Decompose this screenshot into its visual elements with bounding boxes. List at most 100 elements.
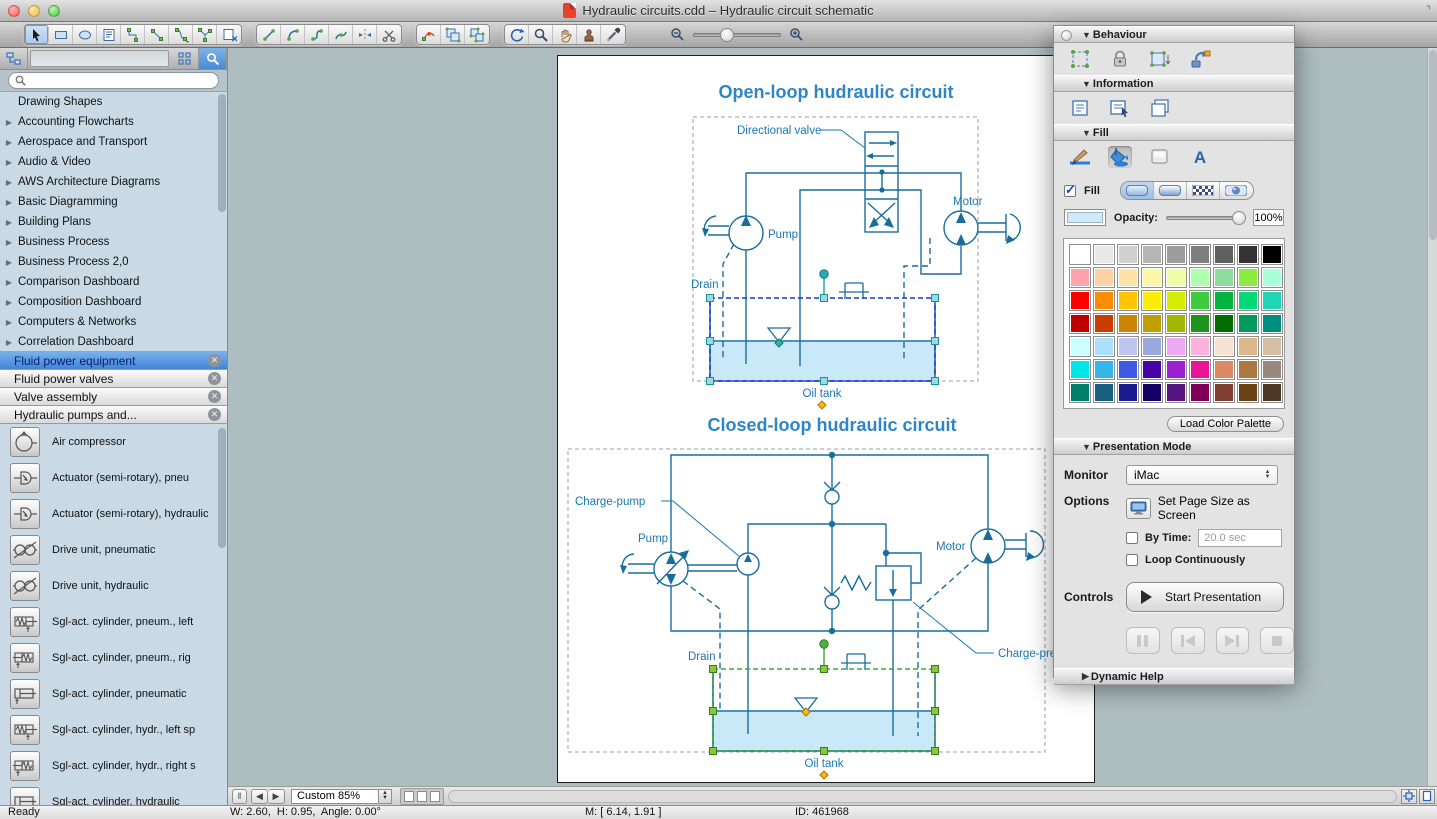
shape-list-item[interactable]: Sgl-act. cylinder, hydr., right s xyxy=(0,748,227,784)
presentation-section-header[interactable]: ▼ Presentation Mode xyxy=(1054,438,1294,455)
page-thumbnail-3[interactable] xyxy=(430,791,440,802)
line-tool-button[interactable] xyxy=(257,25,281,44)
resize-icon[interactable] xyxy=(1148,48,1172,70)
eyedropper-tool-button[interactable] xyxy=(601,25,625,44)
expand-triangle-icon[interactable]: ▶ xyxy=(4,218,14,227)
minimize-window-button[interactable] xyxy=(28,5,40,17)
delete-shape-tool-button[interactable]: ✕ xyxy=(217,25,241,44)
library-item[interactable]: ▶Basic Diagramming xyxy=(0,192,227,212)
expand-triangle-icon[interactable]: ▶ xyxy=(4,158,14,167)
expand-triangle-icon[interactable]: ▶ xyxy=(4,298,14,307)
information-section-header[interactable]: ▼ Information xyxy=(1054,75,1294,92)
expand-triangle-icon[interactable]: ▶ xyxy=(4,178,14,187)
rectangle-tool-button[interactable] xyxy=(49,25,73,44)
zoom-slider[interactable] xyxy=(693,33,781,37)
palette-swatch-6-0[interactable] xyxy=(1069,382,1091,403)
library-item[interactable]: ▶Business Process xyxy=(0,232,227,252)
palette-swatch-4-1[interactable] xyxy=(1093,336,1115,357)
skip-end-button[interactable] xyxy=(1216,627,1250,654)
fill-color-well[interactable] xyxy=(1064,209,1106,226)
library-item[interactable]: ▶Business Process 2,0 xyxy=(0,252,227,272)
fill-type-texture[interactable] xyxy=(1220,182,1253,199)
palette-swatch-0-0[interactable] xyxy=(1069,244,1091,265)
palette-swatch-2-3[interactable] xyxy=(1141,290,1163,311)
opacity-slider[interactable] xyxy=(1166,216,1245,220)
cyl-spring2-shape-icon[interactable] xyxy=(10,643,40,673)
palette-swatch-5-6[interactable] xyxy=(1213,359,1235,380)
palette-swatch-0-7[interactable] xyxy=(1237,244,1259,265)
library-item[interactable]: ▶Accounting Flowcharts xyxy=(0,112,227,132)
expand-triangle-icon[interactable]: ▶ xyxy=(4,118,14,127)
palette-swatch-0-1[interactable] xyxy=(1093,244,1115,265)
open-oil-tank-fluid[interactable] xyxy=(710,342,935,381)
skip-start-button[interactable] xyxy=(1171,627,1205,654)
close-library-icon[interactable]: ✕ xyxy=(208,408,221,421)
drive-shape-icon[interactable] xyxy=(10,571,40,601)
shape-list-item[interactable]: Sgl-act. cylinder, hydraulic xyxy=(0,784,227,805)
search-input[interactable] xyxy=(30,75,212,87)
palette-swatch-3-3[interactable] xyxy=(1141,313,1163,334)
expand-triangle-icon[interactable]: ▶ xyxy=(4,238,14,247)
zoom-level-display[interactable]: Custom 85% xyxy=(291,789,379,804)
palette-swatch-1-5[interactable] xyxy=(1189,267,1211,288)
library-item[interactable]: ▶Aerospace and Transport xyxy=(0,132,227,152)
palette-swatch-0-8[interactable] xyxy=(1261,244,1283,265)
text-color-icon[interactable]: A xyxy=(1188,146,1212,168)
fill-type-solid[interactable] xyxy=(1121,182,1154,199)
open-pump-symbol[interactable] xyxy=(702,215,763,250)
connector-tree-tool-button[interactable] xyxy=(193,25,217,44)
palette-swatch-4-8[interactable] xyxy=(1261,336,1283,357)
library-item[interactable]: ▶Computers & Networks xyxy=(0,312,227,332)
palette-swatch-1-8[interactable] xyxy=(1261,267,1283,288)
palette-swatch-6-7[interactable] xyxy=(1237,382,1259,403)
palette-swatch-6-2[interactable] xyxy=(1117,382,1139,403)
expand-triangle-icon[interactable]: ▶ xyxy=(4,138,14,147)
split-tool-button[interactable] xyxy=(353,25,377,44)
arc-tool-button[interactable] xyxy=(281,25,305,44)
jump-arrow-icon[interactable] xyxy=(1188,48,1212,70)
palette-swatch-5-7[interactable] xyxy=(1237,359,1259,380)
scissors-tool-button[interactable] xyxy=(377,25,401,44)
zoom-out-icon[interactable] xyxy=(670,27,685,42)
expand-triangle-icon[interactable]: ▶ xyxy=(4,258,14,267)
palette-swatch-2-0[interactable] xyxy=(1069,290,1091,311)
palette-swatch-6-3[interactable] xyxy=(1141,382,1163,403)
palette-swatch-0-3[interactable] xyxy=(1141,244,1163,265)
charge-pump-symbol[interactable] xyxy=(688,553,759,575)
closed-motor-symbol[interactable] xyxy=(971,529,1044,563)
closed-oil-tank-fluid[interactable] xyxy=(713,712,935,751)
palette-swatch-5-3[interactable] xyxy=(1141,359,1163,380)
pan-view-button[interactable] xyxy=(1401,789,1417,804)
palette-swatch-2-2[interactable] xyxy=(1117,290,1139,311)
vertical-scrollbar[interactable] xyxy=(1427,48,1437,786)
horizontal-scrollbar[interactable] xyxy=(448,790,1397,803)
palette-swatch-4-3[interactable] xyxy=(1141,336,1163,357)
closed-pump-symbol[interactable] xyxy=(620,550,689,586)
zoom-in-icon[interactable] xyxy=(789,27,804,42)
palette-swatch-3-8[interactable] xyxy=(1261,313,1283,334)
palette-swatch-3-4[interactable] xyxy=(1165,313,1187,334)
connector-direct-tool-button[interactable] xyxy=(145,25,169,44)
lock-icon[interactable] xyxy=(1108,48,1132,70)
splitter-button[interactable]: ‖ xyxy=(232,789,247,804)
shape-list-item[interactable]: Air compressor xyxy=(0,424,227,460)
opacity-slider-thumb[interactable] xyxy=(1232,211,1246,225)
group-tool-button[interactable] xyxy=(441,25,465,44)
palette-swatch-3-1[interactable] xyxy=(1093,313,1115,334)
palette-swatch-3-2[interactable] xyxy=(1117,313,1139,334)
fill-bucket-icon[interactable] xyxy=(1108,146,1132,168)
library-item[interactable]: ▶Audio & Video xyxy=(0,152,227,172)
stamp-tool-button[interactable] xyxy=(577,25,601,44)
palette-swatch-6-5[interactable] xyxy=(1189,382,1211,403)
palette-swatch-0-6[interactable] xyxy=(1213,244,1235,265)
palette-swatch-1-4[interactable] xyxy=(1165,267,1187,288)
tree-view-button[interactable] xyxy=(0,48,28,69)
set-page-size-button[interactable] xyxy=(1126,498,1151,519)
connector-curve-tool-button[interactable] xyxy=(169,25,193,44)
fill-style-icon[interactable] xyxy=(1148,146,1172,168)
relief-valve-symbol[interactable] xyxy=(841,566,911,600)
selection-frame-icon[interactable] xyxy=(1068,48,1092,70)
palette-swatch-2-8[interactable] xyxy=(1261,290,1283,311)
fill-checkbox[interactable] xyxy=(1064,185,1076,197)
palette-swatch-4-6[interactable] xyxy=(1213,336,1235,357)
